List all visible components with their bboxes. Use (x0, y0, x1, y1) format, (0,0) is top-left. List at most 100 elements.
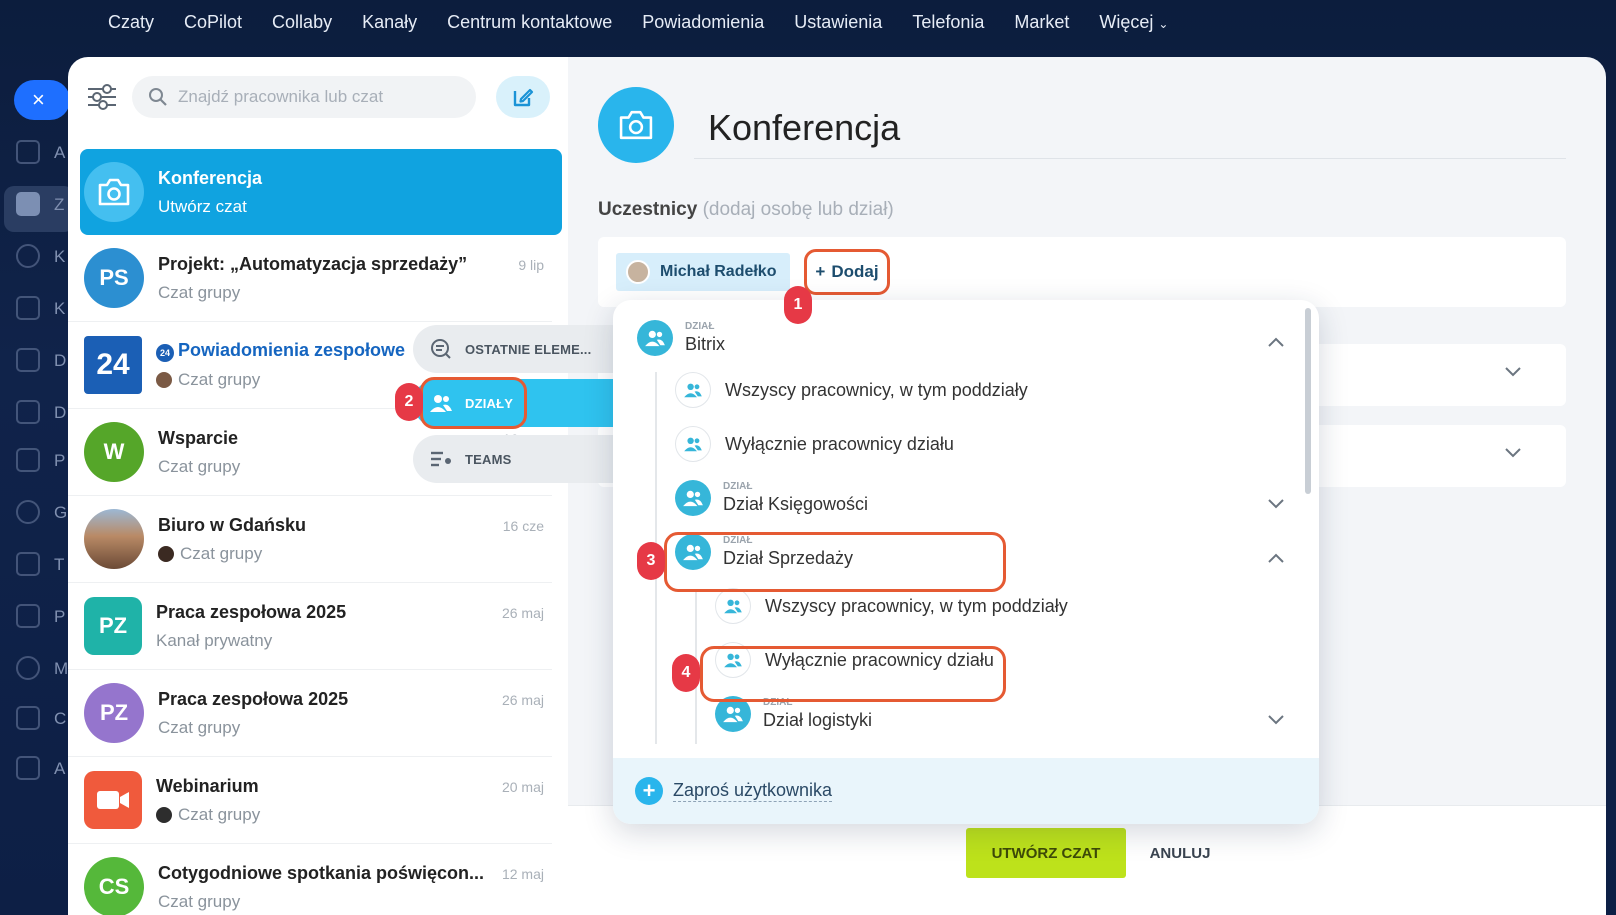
invite-user-row[interactable]: + Zaproś użytkownika (613, 758, 1319, 824)
chat-avatar: PZ (84, 683, 144, 743)
sidebar-document-icon[interactable] (16, 140, 40, 164)
filter-icon[interactable] (88, 83, 116, 111)
participants-label: Uczestnicy (dodaj osobę lub dział) (598, 199, 894, 221)
create-chat-button[interactable]: UTWÓRZ CZAT (966, 828, 1126, 878)
sidebar-drive-icon[interactable] (16, 400, 40, 424)
highlight-departments-tab (420, 377, 527, 429)
chat-title-text: Powiadomienia zespołowe (178, 340, 406, 360)
sidebar-mail-icon[interactable] (16, 448, 40, 472)
chat-avatar-upload[interactable] (598, 87, 674, 163)
participants-hint: (dodaj osobę lub dział) (702, 199, 894, 220)
chat-title: Praca zespołowa 2025 (158, 688, 349, 709)
nav-copilot[interactable]: CoPilot (184, 12, 242, 33)
sidebar-chat-icon[interactable] (16, 244, 40, 268)
chat-text: Praca zespołowa 2025 Czat grupy (158, 689, 552, 738)
sidebar-label: A (54, 759, 66, 778)
chat-subtitle-text: Czat grupy (158, 282, 241, 302)
chat-name-input[interactable] (694, 97, 1566, 159)
chevron-down-icon[interactable] (1267, 498, 1285, 510)
option-label: Wszyscy pracownicy, w tym poddziały (765, 595, 1068, 616)
sidebar-check-icon[interactable] (16, 192, 40, 216)
chat-item-project[interactable]: PS Projekt: „Automatyzacja sprzedaży” Cz… (68, 235, 552, 322)
chat-subtitle-text: Czat grupy (158, 717, 241, 737)
nav-notifications[interactable]: Powiadomienia (642, 12, 764, 33)
nav-channels[interactable]: Kanały (362, 12, 417, 33)
chat-subtitle: Czat grupy (158, 544, 552, 564)
nav-chats[interactable]: Czaty (108, 12, 154, 33)
sidebar-robot-icon[interactable] (16, 756, 40, 780)
sidebar-label: P (54, 451, 66, 470)
participant-avatar (626, 260, 650, 284)
sidebar-marketing-icon[interactable] (16, 656, 40, 680)
participant-name: Michał Radełko (660, 263, 777, 280)
participant-tag[interactable]: Michał Radełko (616, 253, 791, 291)
nav-collaby[interactable]: Collaby (272, 12, 332, 33)
camera-icon (619, 110, 653, 140)
chat-title: Konferencja (158, 167, 263, 188)
sidebar-filter-icon[interactable] (16, 706, 40, 730)
chevron-up-icon[interactable] (1267, 552, 1285, 564)
step-marker-1: 1 (784, 286, 812, 324)
chat-item-conference[interactable]: Konferencja Utwórz czat (80, 149, 562, 235)
nav-contact-center[interactable]: Centrum kontaktowe (447, 12, 612, 33)
option-only-department[interactable]: Wyłącznie pracownicy działu (675, 426, 954, 462)
chat-subtitle: Czat grupy (156, 805, 552, 825)
sidebar-task-icon[interactable] (16, 552, 40, 576)
chat-title: Webinarium (156, 775, 259, 796)
nav-market[interactable]: Market (1014, 12, 1069, 33)
chat-text: Cotygodniowe spotkania poświęcon... Czat… (158, 863, 552, 912)
nav-more[interactable]: Więcej ⌄ (1099, 12, 1168, 33)
chat-text: Projekt: „Automatyzacja sprzedaży” Czat … (158, 254, 552, 303)
chat-date: 9 lip (518, 257, 544, 273)
chat-avatar-photo (84, 509, 144, 569)
invite-user-link[interactable]: Zaproś użytkownika (673, 780, 833, 802)
add-participant-button[interactable]: + Dodaj (804, 249, 890, 295)
chat-list-panel: Konferencja Utwórz czat PS Projekt: „Aut… (68, 57, 568, 915)
new-chat-button[interactable] (496, 76, 550, 118)
chat-title: Praca zespołowa 2025 (156, 601, 347, 622)
scrollbar[interactable] (1305, 308, 1311, 494)
cancel-button[interactable]: ANULUJ (1144, 828, 1216, 878)
chevron-down-icon (1505, 367, 1521, 377)
chat-subtitle-text: Czat grupy (180, 543, 263, 563)
chat-item-gdansk-office[interactable]: Biuro w Gdańsku Czat grupy 16 cze (68, 496, 552, 583)
plus-icon: + (815, 262, 826, 281)
chat-item-webinar[interactable]: Webinarium Czat grupy 20 maj (68, 757, 552, 844)
chat-avatar: PZ (84, 597, 142, 655)
chevron-up-icon[interactable] (1267, 336, 1285, 348)
chat-date: 26 maj (501, 692, 544, 708)
search-input[interactable] (178, 87, 458, 107)
dept-name: Bitrix (685, 334, 725, 354)
tab-teams[interactable]: TEAMS (413, 435, 613, 483)
department-icon (675, 480, 711, 516)
sidebar-label: T (54, 555, 65, 574)
chat-avatar: PS (84, 248, 144, 308)
user-mini-avatar (158, 545, 174, 562)
sidebar-label: C (54, 709, 67, 728)
user-mini-avatar (156, 372, 172, 388)
dept-bitrix[interactable]: DZIAŁ Bitrix (637, 320, 725, 356)
chat-item-weekly-meetings[interactable]: CS Cotygodniowe spotkania poświęcon... C… (68, 844, 552, 915)
nav-settings[interactable]: Ustawienia (794, 12, 882, 33)
dept-accounting[interactable]: DZIAŁ Dział Księgowości (675, 480, 868, 516)
chat-avatar: CS (84, 857, 144, 915)
option-all-employees[interactable]: Wszyscy pracownicy, w tym poddziały (675, 372, 1028, 408)
chevron-down-icon[interactable] (1267, 714, 1285, 726)
sidebar-calendar-icon[interactable] (16, 296, 40, 320)
nav-more-label: Więcej (1099, 11, 1154, 32)
option-sales-all-employees[interactable]: Wszyscy pracownicy, w tym poddziały (715, 588, 1068, 624)
sidebar-profile-icon[interactable] (16, 604, 40, 628)
chat-avatar: 24 (84, 336, 142, 394)
sidebar-file-icon[interactable] (16, 348, 40, 372)
add-label: Dodaj (831, 262, 879, 281)
nav-telephony[interactable]: Telefonia (912, 12, 984, 33)
close-button[interactable]: × (14, 80, 70, 120)
sidebar-group-icon[interactable] (16, 500, 40, 524)
step-marker-3: 3 (637, 542, 665, 580)
recent-search-icon (429, 338, 453, 360)
teams-list-icon (429, 448, 453, 470)
chat-item-teamwork-channel[interactable]: PZ Praca zespołowa 2025 Kanał prywatny 2… (68, 583, 552, 670)
chat-item-teamwork-group[interactable]: PZ Praca zespołowa 2025 Czat grupy 26 ma… (68, 670, 552, 757)
chat-subtitle-text: Czat grupy (158, 891, 241, 911)
tab-recent[interactable]: OSTATNIE ELEME... (413, 325, 613, 373)
